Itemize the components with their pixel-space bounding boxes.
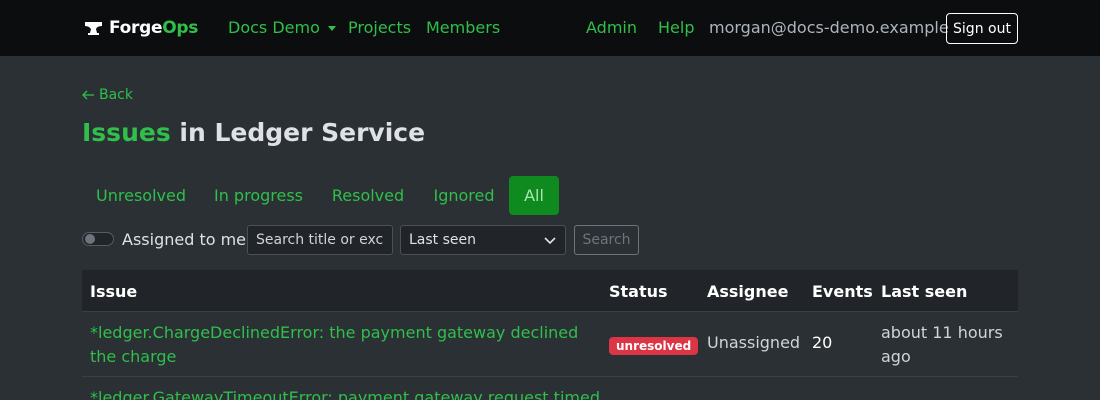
issue-link[interactable]: *ledger.GatewayTimeoutError: payment gat…: [90, 386, 600, 400]
last-seen-cell: about 11 hours ago: [881, 323, 1003, 366]
back-link-label: Back: [99, 87, 133, 103]
page-title: Issues in Ledger Service: [82, 118, 425, 147]
page-title-highlight: Issues: [82, 118, 171, 147]
nav-admin-link[interactable]: Admin: [586, 18, 637, 37]
arrow-left-icon: [82, 90, 94, 100]
search-button[interactable]: Search: [574, 225, 639, 255]
header-assignee: Assignee: [707, 282, 789, 301]
header-status: Status: [609, 282, 668, 301]
table-header: Issue Status Assignee Events Last seen: [82, 270, 1018, 312]
status-badge: unresolved: [609, 337, 699, 355]
header-issue: Issue: [90, 282, 138, 301]
chevron-down-icon: [544, 237, 556, 245]
assigned-to-me-label: Assigned to me: [122, 230, 247, 249]
caret-down-icon: [327, 26, 336, 31]
header-last-seen: Last seen: [881, 282, 968, 301]
brand-name-part1: Forge: [109, 18, 163, 38]
brand-logo-link[interactable]: Forge Ops: [84, 17, 198, 39]
tab-all[interactable]: All: [509, 176, 559, 215]
header-events: Events: [812, 282, 873, 301]
issue-link[interactable]: *ledger.ChargeDeclinedError: the payment…: [90, 321, 590, 369]
anvil-icon: [85, 22, 102, 35]
sort-select-value: Last seen: [409, 232, 477, 248]
back-link[interactable]: Back: [82, 87, 133, 103]
assignee-cell: Unassigned: [707, 333, 801, 352]
table-row: *ledger.ChargeDeclinedError: the payment…: [82, 312, 1018, 377]
table-row: *ledger.GatewayTimeoutError: payment gat…: [82, 377, 1018, 400]
toggle-knob: [85, 234, 95, 244]
events-cell: 20: [812, 333, 833, 352]
issues-table: Issue Status Assignee Events Last seen *…: [82, 270, 1018, 400]
org-dropdown[interactable]: Docs Demo: [228, 18, 336, 37]
org-dropdown-label: Docs Demo: [228, 18, 320, 37]
search-input[interactable]: [247, 225, 393, 255]
user-email: morgan@docs-demo.example: [709, 18, 949, 37]
brand-name-part2: Ops: [162, 18, 199, 38]
tab-ignored[interactable]: Ignored: [419, 176, 509, 215]
assigned-to-me-toggle[interactable]: [82, 232, 114, 246]
tab-resolved[interactable]: Resolved: [317, 176, 419, 215]
top-navbar: Forge Ops Docs Demo Projects Members Admi…: [0, 0, 1100, 56]
nav-help-link[interactable]: Help: [658, 18, 694, 37]
page-title-rest: in Ledger Service: [170, 118, 426, 147]
tab-in-progress[interactable]: In progress: [200, 176, 317, 215]
sign-out-button[interactable]: Sign out: [946, 13, 1018, 44]
nav-projects-link[interactable]: Projects: [348, 18, 411, 37]
nav-members-link[interactable]: Members: [426, 18, 500, 37]
sort-select[interactable]: Last seen: [400, 225, 566, 255]
tab-unresolved[interactable]: Unresolved: [82, 176, 200, 215]
